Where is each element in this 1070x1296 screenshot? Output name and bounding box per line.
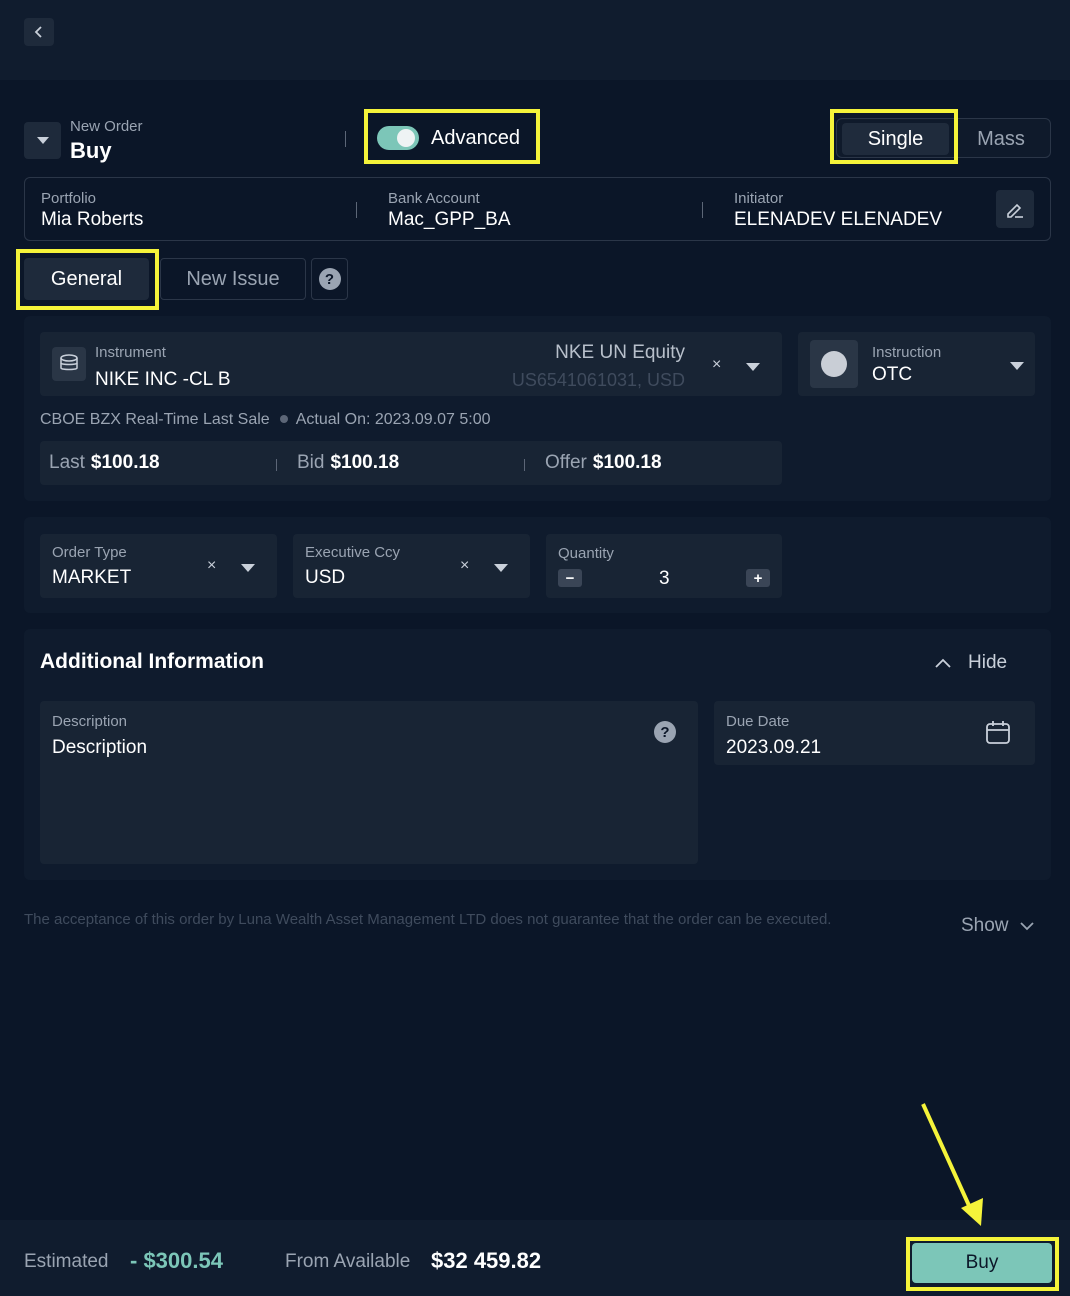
initiator-value: ELENADEV ELENADEV — [734, 209, 943, 230]
instrument-ticker: NKE UN Equity — [555, 342, 685, 363]
initiator-label: Initiator — [734, 190, 784, 207]
caret-down-icon — [36, 137, 49, 144]
description-placeholder: Description — [52, 737, 148, 758]
mode-mass-option[interactable]: Mass — [955, 123, 1047, 155]
order-side-value: Buy — [70, 138, 112, 163]
executive-ccy-label: Executive Ccy — [305, 544, 401, 561]
instrument-isin: US6541061031, USD — [511, 370, 685, 390]
executive-ccy-select[interactable]: Executive Ccy USD × — [293, 534, 530, 598]
divider — [356, 202, 357, 218]
last-label: Last — [49, 452, 85, 473]
bid-price: Bid $100.18 — [297, 452, 399, 474]
show-disclaimer-button[interactable]: Show — [961, 915, 1035, 937]
quantity-value[interactable]: 3 — [659, 568, 670, 590]
bid-label: Bid — [297, 452, 325, 473]
order-side: New Order Buy — [70, 118, 143, 164]
back-button[interactable] — [24, 18, 54, 46]
tabs-help-button[interactable]: ? — [311, 258, 348, 300]
offer-price: Offer $100.18 — [545, 452, 662, 474]
question-icon[interactable]: ? — [654, 721, 676, 743]
highlight-box-single — [830, 109, 958, 164]
pencil-icon — [1007, 203, 1023, 218]
available-label: From Available — [285, 1251, 411, 1272]
disclaimer-text: The acceptance of this order by Luna Wea… — [24, 911, 832, 928]
account-info: Portfolio Mia Roberts Bank Account Mac_G… — [24, 177, 1051, 241]
caret-down-icon — [241, 564, 255, 572]
executive-ccy-value: USD — [305, 567, 346, 588]
feed-actual-on: Actual On: 2023.09.07 5:00 — [295, 411, 491, 428]
due-date-field[interactable]: Due Date 2023.09.21 — [714, 701, 1035, 765]
description-label: Description — [52, 713, 128, 730]
bank-account-label: Bank Account — [388, 190, 480, 207]
quantity-stepper: Quantity − 3 + — [546, 534, 782, 598]
chevron-up-icon — [935, 658, 951, 668]
market-feed-line: CBOE BZX Real-Time Last Sale Actual On: 2… — [40, 411, 491, 429]
annotation-arrow-icon — [921, 1103, 983, 1226]
chevron-down-icon — [1019, 922, 1034, 931]
description-textarea[interactable]: Description Description ? — [40, 701, 698, 864]
portfolio-field: Portfolio Mia Roberts — [41, 190, 143, 231]
instrument-select[interactable]: Instrument NIKE INC -CL B NKE UN Equity … — [40, 332, 782, 396]
price-strip: Last $100.18 Bid $100.18 Offer $100.18 — [40, 441, 782, 485]
chevron-left-icon — [34, 26, 42, 38]
instruction-label: Instruction — [872, 344, 942, 361]
question-icon: ? — [318, 268, 341, 290]
edit-account-button[interactable] — [996, 190, 1034, 228]
order-type-select[interactable]: Order Type MARKET × — [40, 534, 277, 598]
divider — [345, 131, 346, 147]
new-order-label: New Order — [70, 118, 143, 135]
offer-value: $100.18 — [592, 452, 662, 473]
highlight-box-advanced — [364, 109, 540, 164]
initiator-field: Initiator ELENADEV ELENADEV — [734, 190, 942, 231]
order-type-label: Order Type — [52, 544, 127, 561]
due-date-value: 2023.09.21 — [726, 737, 822, 758]
instruction-circle-icon — [810, 340, 858, 388]
quantity-decrement-button[interactable]: − — [558, 569, 582, 587]
last-price: Last $100.18 — [49, 452, 160, 474]
hide-additional-button[interactable]: Hide — [934, 652, 1007, 674]
highlight-box-buy — [906, 1237, 1059, 1291]
dot-separator — [279, 414, 288, 423]
bank-account-field: Bank Account Mac_GPP_BA — [388, 190, 511, 231]
divider — [276, 459, 277, 471]
caret-down-icon — [494, 564, 508, 572]
highlight-box-general — [16, 249, 159, 310]
coins-icon — [52, 347, 86, 381]
clear-ccy-icon[interactable]: × — [460, 557, 469, 575]
hide-label: Hide — [968, 652, 1008, 673]
portfolio-value: Mia Roberts — [41, 209, 144, 230]
clear-instrument-icon[interactable]: × — [712, 356, 721, 374]
offer-label: Offer — [545, 452, 587, 473]
top-bar — [0, 0, 1070, 80]
divider — [702, 202, 703, 218]
additional-info-title: Additional Information — [40, 650, 264, 673]
due-date-label: Due Date — [726, 713, 790, 730]
caret-down-icon — [1010, 362, 1024, 370]
clear-order-type-icon[interactable]: × — [207, 557, 216, 575]
calendar-icon[interactable] — [985, 720, 1011, 746]
portfolio-label: Portfolio — [41, 190, 97, 207]
bank-account-value: Mac_GPP_BA — [388, 209, 511, 230]
feed-source: CBOE BZX Real-Time Last Sale — [40, 411, 270, 428]
side-dropdown-button[interactable] — [24, 122, 61, 159]
tab-new-issue[interactable]: New Issue — [160, 258, 306, 300]
instruction-select[interactable]: Instruction OTC — [798, 332, 1035, 396]
available-value: $32 459.82 — [431, 1248, 542, 1273]
divider — [524, 459, 525, 471]
quantity-increment-button[interactable]: + — [746, 569, 770, 587]
caret-down-icon[interactable] — [746, 363, 760, 371]
instrument-label: Instrument — [95, 344, 166, 361]
bid-value: $100.18 — [330, 452, 400, 473]
estimated-value: - $300.54 — [130, 1248, 223, 1273]
instruction-value: OTC — [872, 364, 913, 385]
last-value: $100.18 — [90, 452, 160, 473]
show-label: Show — [961, 915, 1009, 936]
order-type-value: MARKET — [52, 567, 132, 588]
quantity-label: Quantity — [558, 545, 614, 562]
instrument-name: NIKE INC -CL B — [95, 369, 231, 390]
estimated-label: Estimated — [24, 1251, 109, 1272]
